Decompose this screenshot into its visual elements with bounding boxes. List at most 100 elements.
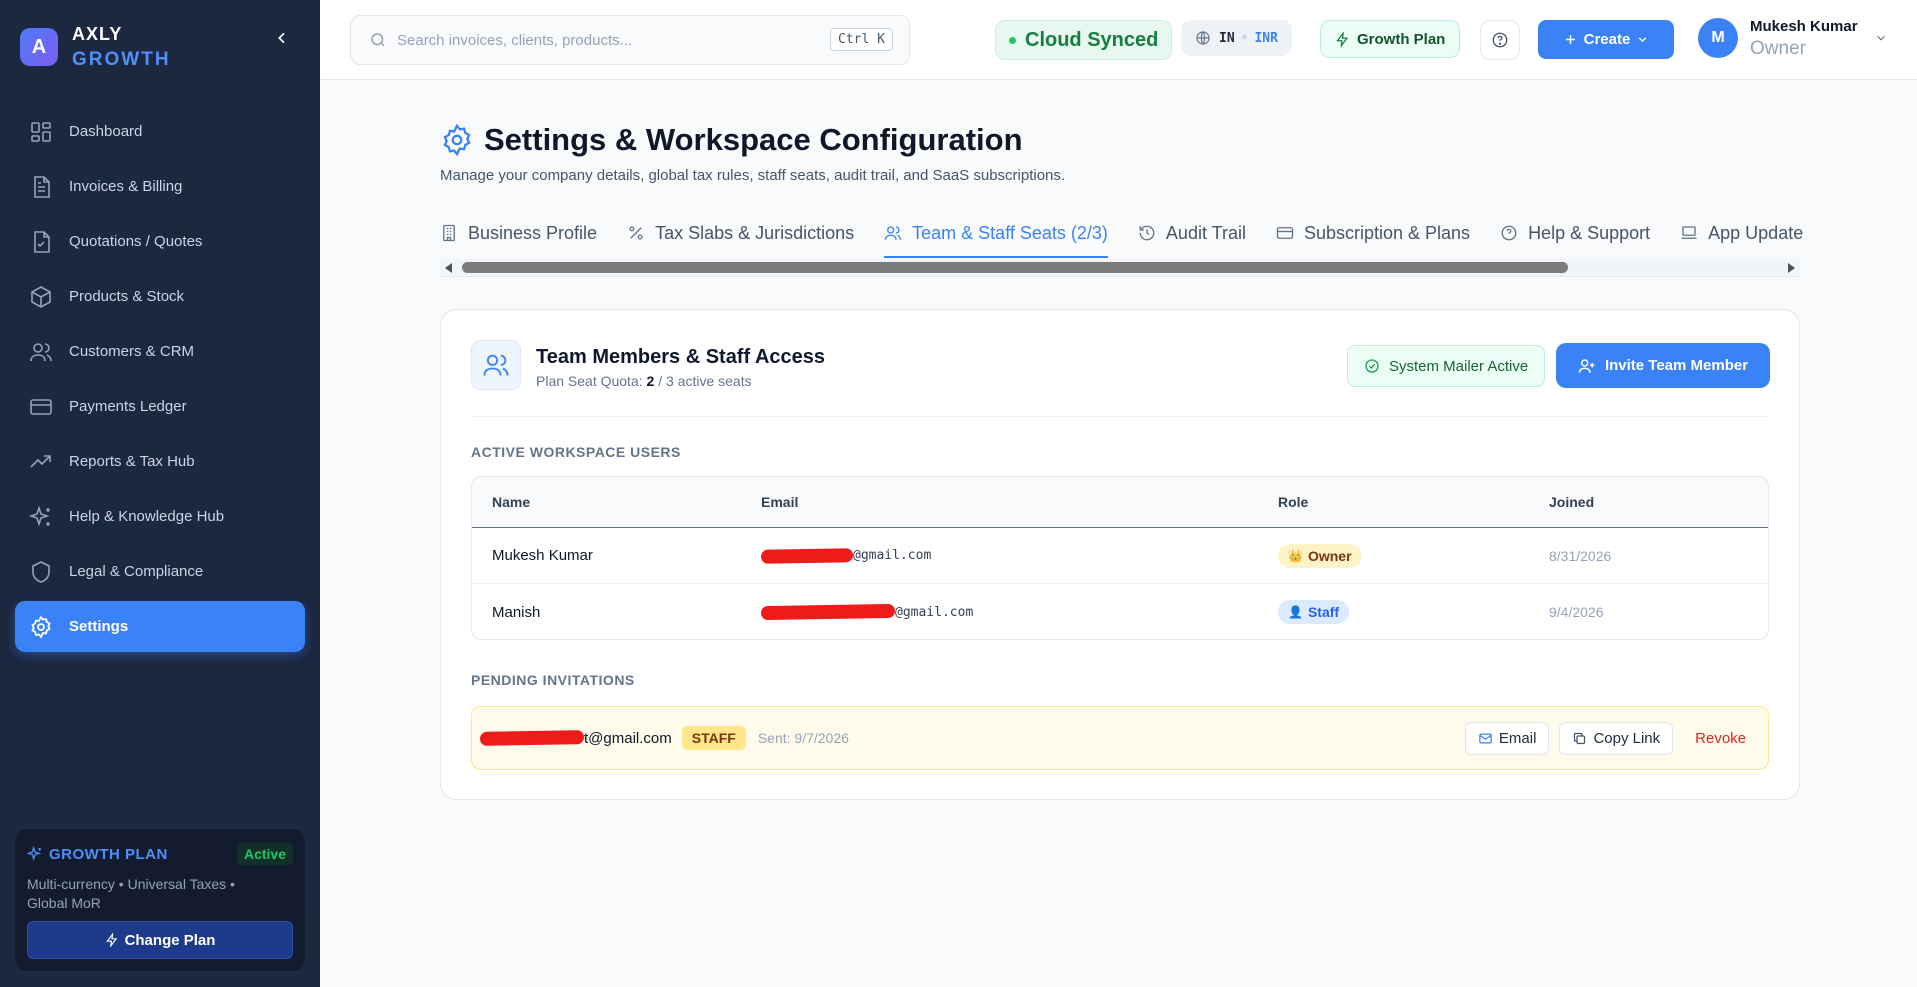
pending-invite-row: t@gmail.com STAFF Sent: 9/7/2026 Email C… <box>471 706 1769 770</box>
plan-title: GROWTH PLAN <box>27 846 168 863</box>
resend-email-button[interactable]: Email <box>1464 722 1550 755</box>
sparkle-icon <box>29 504 50 527</box>
sidebar-item-help[interactable]: Help & Knowledge Hub <box>15 491 305 542</box>
trend-icon <box>30 454 51 468</box>
help-button[interactable] <box>1480 20 1520 60</box>
change-plan-label: Change Plan <box>124 931 216 949</box>
box-icon <box>31 285 51 308</box>
column-joined: Joined <box>1549 494 1595 510</box>
locale-country: IN <box>1219 30 1235 46</box>
user-email-cell: @gmail.com <box>760 603 1278 621</box>
column-name: Name <box>492 494 531 510</box>
change-plan-button[interactable]: Change Plan <box>27 921 293 959</box>
locale-switcher[interactable]: IN • INR <box>1181 20 1292 56</box>
sidebar-item-label: Invoices & Billing <box>69 178 183 195</box>
tab-label: Audit Trail <box>1165 222 1246 243</box>
column-role: Role <box>1278 494 1309 510</box>
tab-business-profile[interactable]: Business Profile <box>440 208 597 258</box>
status-dot-icon <box>1009 36 1016 44</box>
scrollbar-thumb[interactable] <box>462 262 1568 273</box>
plan-badge[interactable]: Growth Plan <box>1320 20 1461 58</box>
invite-email: t@gmail.com <box>584 729 672 747</box>
sidebar-item-customers[interactable]: Customers & CRM <box>15 326 305 377</box>
revoke-invite-button[interactable]: Revoke <box>1683 722 1758 755</box>
collapse-sidebar-button[interactable] <box>270 26 294 50</box>
search-icon <box>371 33 385 47</box>
user-joined-cell: 8/31/2026 <box>1549 547 1612 564</box>
invoice-icon <box>34 175 50 198</box>
person-icon: 👤 <box>1288 605 1303 619</box>
history-icon <box>1139 225 1155 241</box>
tab-team-staff-seats[interactable]: Team & Staff Seats (2/3) <box>884 208 1108 258</box>
brand-logo: A <box>20 28 58 66</box>
users-icon <box>30 342 52 361</box>
user-role: Owner <box>1750 38 1806 59</box>
email-domain: @gmail.com <box>853 548 932 563</box>
sidebar-item-legal[interactable]: Legal & Compliance <box>15 546 305 597</box>
table-row[interactable]: Mukesh Kumar @gmail.com 👑 Owner 8/31/2026 <box>472 528 1768 584</box>
tab-help-support[interactable]: Help & Support <box>1500 208 1650 258</box>
create-label: Create <box>1583 31 1631 48</box>
active-users-heading: ACTIVE WORKSPACE USERS <box>471 444 681 460</box>
sidebar-item-invoices[interactable]: Invoices & Billing <box>15 161 305 212</box>
sidebar-item-quotations[interactable]: Quotations / Quotes <box>15 216 305 267</box>
cloud-sync-label: Cloud Synced <box>1025 28 1159 51</box>
sidebar-item-label: Legal & Compliance <box>69 563 204 580</box>
scroll-right-arrow-icon[interactable] <box>1788 263 1795 273</box>
sparkle-icon <box>27 846 42 861</box>
tab-label: Team & Staff Seats (2/3) <box>912 222 1108 243</box>
invite-team-member-button[interactable]: Invite Team Member <box>1556 343 1770 388</box>
shield-icon <box>32 560 50 583</box>
globe-icon <box>1196 31 1210 45</box>
scroll-left-arrow-icon[interactable] <box>445 263 452 273</box>
cloud-sync-status[interactable]: Cloud Synced <box>995 20 1173 60</box>
users-icon <box>884 226 902 240</box>
redaction-mark <box>760 547 854 564</box>
seat-quota: Plan Seat Quota: 2 / 3 active seats <box>536 373 752 389</box>
chevron-down-icon <box>1639 37 1647 43</box>
role-badge-owner: 👑 Owner <box>1278 543 1362 568</box>
team-card-icon <box>471 340 521 390</box>
gear-icon <box>443 123 471 157</box>
invite-sent-date: Sent: 9/7/2026 <box>757 730 849 746</box>
tab-tax-slabs[interactable]: Tax Slabs & Jurisdictions <box>627 208 854 258</box>
chevron-down-icon <box>1876 35 1885 41</box>
user-menu[interactable]: M Mukesh Kumar Owner <box>1698 16 1888 60</box>
brand[interactable]: A AXLY GROWTH <box>20 22 171 72</box>
help-icon <box>1492 32 1508 48</box>
sidebar-item-reports[interactable]: Reports & Tax Hub <box>15 436 305 487</box>
user-email-cell: @gmail.com <box>760 547 1278 564</box>
sidebar-item-payments[interactable]: Payments Ledger <box>15 381 305 432</box>
tab-label: Subscription & Plans <box>1303 222 1471 243</box>
user-name: Mukesh Kumar <box>1750 18 1858 35</box>
sidebar-item-products[interactable]: Products & Stock <box>15 271 305 322</box>
plan-status-badge: Active <box>236 843 293 865</box>
sidebar-item-dashboard[interactable]: Dashboard <box>15 106 305 157</box>
tab-audit-trail[interactable]: Audit Trail <box>1138 208 1246 258</box>
bolt-icon <box>105 933 117 947</box>
tab-app-update[interactable]: App Update <box>1680 208 1803 258</box>
page-subtitle: Manage your company details, global tax … <box>440 167 1066 184</box>
user-plus-icon <box>1578 358 1595 373</box>
search-input[interactable] <box>397 31 817 49</box>
sidebar-item-label: Settings <box>69 618 129 635</box>
create-button[interactable]: Create <box>1538 20 1674 59</box>
copy-link-button[interactable]: Copy Link <box>1559 722 1674 755</box>
plus-icon <box>1565 35 1575 44</box>
role-badge-staff: 👤 Staff <box>1278 600 1350 624</box>
topbar: Ctrl K Cloud Synced IN • INR Growth Plan… <box>320 0 1917 80</box>
column-email: Email <box>761 494 799 510</box>
gear-icon <box>31 614 51 639</box>
email-button-label: Email <box>1498 730 1537 747</box>
sidebar-item-label: Products & Stock <box>69 288 185 305</box>
table-row[interactable]: Manish @gmail.com 👤 Staff 9/4/2026 <box>472 584 1768 639</box>
locale-currency: INR <box>1254 30 1278 46</box>
user-role-cell: 👤 Staff <box>1278 600 1549 624</box>
plan-card: GROWTH PLAN Active Multi-currency • Univ… <box>15 829 305 971</box>
tab-subscription[interactable]: Subscription & Plans <box>1276 208 1470 258</box>
sidebar-item-settings[interactable]: Settings <box>15 601 305 652</box>
sidebar-item-label: Payments Ledger <box>69 398 187 415</box>
seat-quota-suffix: / 3 active seats <box>654 373 752 389</box>
search-box[interactable]: Ctrl K <box>350 15 910 65</box>
tabs-scrollbar[interactable] <box>440 259 1800 277</box>
